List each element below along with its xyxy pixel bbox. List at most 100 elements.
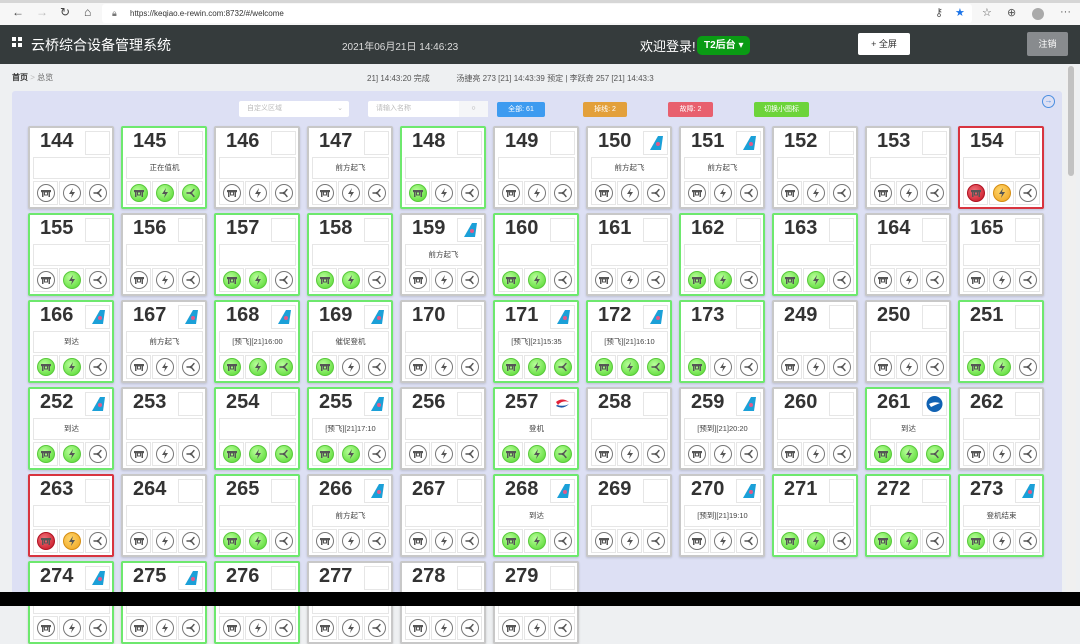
- bridge-icon[interactable]: [315, 184, 334, 202]
- equipment-cell[interactable]: [405, 355, 430, 379]
- power-icon[interactable]: [620, 271, 639, 289]
- bridge-icon[interactable]: [966, 532, 985, 550]
- equipment-cell[interactable]: [312, 355, 337, 379]
- equipment-cell[interactable]: [152, 529, 177, 553]
- gate-card[interactable]: 148: [400, 126, 486, 209]
- equipment-cell[interactable]: [338, 442, 363, 466]
- equipment-cell[interactable]: [684, 268, 709, 292]
- power-icon[interactable]: [434, 445, 453, 463]
- equipment-cell[interactable]: [1015, 355, 1040, 379]
- equipment-cell[interactable]: [152, 442, 177, 466]
- bridge-icon[interactable]: [36, 445, 55, 463]
- equipment-cell[interactable]: [989, 355, 1014, 379]
- bridge-icon[interactable]: [501, 358, 520, 376]
- equipment-cell[interactable]: [1015, 529, 1040, 553]
- air-icon[interactable]: [88, 532, 107, 550]
- equipment-cell[interactable]: [710, 529, 735, 553]
- equipment-cell[interactable]: [405, 181, 430, 205]
- equipment-cell[interactable]: [617, 529, 642, 553]
- equipment-cell[interactable]: [684, 181, 709, 205]
- gate-card[interactable]: 267: [400, 474, 486, 557]
- power-icon[interactable]: [527, 184, 546, 202]
- equipment-cell[interactable]: [245, 355, 270, 379]
- gate-card[interactable]: 170: [400, 300, 486, 383]
- bridge-icon[interactable]: [222, 271, 241, 289]
- equipment-cell[interactable]: [829, 355, 854, 379]
- equipment-cell[interactable]: [85, 529, 110, 553]
- gate-card[interactable]: 257 登机: [493, 387, 579, 470]
- gate-card[interactable]: 262: [958, 387, 1044, 470]
- air-icon[interactable]: [646, 532, 665, 550]
- equipment-cell[interactable]: [85, 355, 110, 379]
- power-icon[interactable]: [155, 619, 174, 637]
- power-icon[interactable]: [62, 271, 81, 289]
- power-icon[interactable]: [155, 184, 174, 202]
- air-icon[interactable]: [181, 619, 200, 637]
- air-icon[interactable]: [925, 445, 944, 463]
- gate-card[interactable]: 249: [772, 300, 858, 383]
- air-icon[interactable]: [274, 619, 293, 637]
- power-icon[interactable]: [713, 532, 732, 550]
- gate-card[interactable]: 156: [121, 213, 207, 296]
- equipment-cell[interactable]: [870, 442, 895, 466]
- equipment-cell[interactable]: [736, 268, 761, 292]
- power-icon[interactable]: [713, 445, 732, 463]
- equipment-cell[interactable]: [405, 442, 430, 466]
- scrollbar[interactable]: [1066, 66, 1076, 592]
- bridge-icon[interactable]: [222, 532, 241, 550]
- equipment-cell[interactable]: [405, 616, 430, 640]
- bridge-icon[interactable]: [780, 445, 799, 463]
- air-icon[interactable]: [367, 358, 386, 376]
- power-icon[interactable]: [155, 271, 174, 289]
- equipment-cell[interactable]: [59, 529, 84, 553]
- equipment-cell[interactable]: [643, 529, 668, 553]
- equipment-cell[interactable]: [152, 268, 177, 292]
- power-icon[interactable]: [527, 358, 546, 376]
- equipment-cell[interactable]: [312, 268, 337, 292]
- equipment-cell[interactable]: [178, 181, 203, 205]
- equipment-cell[interactable]: [870, 268, 895, 292]
- equipment-cell[interactable]: [364, 181, 389, 205]
- air-icon[interactable]: [832, 358, 851, 376]
- gate-card[interactable]: 144: [28, 126, 114, 209]
- power-icon[interactable]: [62, 184, 81, 202]
- gate-card[interactable]: 261 到达: [865, 387, 951, 470]
- equipment-cell[interactable]: [498, 268, 523, 292]
- equipment-cell[interactable]: [85, 268, 110, 292]
- equipment-cell[interactable]: [524, 442, 549, 466]
- bridge-icon[interactable]: [780, 532, 799, 550]
- bridge-icon[interactable]: [687, 358, 706, 376]
- equipment-cell[interactable]: [126, 268, 151, 292]
- bridge-icon[interactable]: [315, 619, 334, 637]
- equipment-cell[interactable]: [431, 529, 456, 553]
- gate-card[interactable]: 255 [预飞][21]17:10: [307, 387, 393, 470]
- bridge-icon[interactable]: [501, 619, 520, 637]
- bridge-icon[interactable]: [966, 271, 985, 289]
- equipment-cell[interactable]: [457, 355, 482, 379]
- air-icon[interactable]: [181, 445, 200, 463]
- gate-card[interactable]: 161: [586, 213, 672, 296]
- equipment-cell[interactable]: [338, 616, 363, 640]
- bridge-icon[interactable]: [780, 184, 799, 202]
- air-icon[interactable]: [460, 445, 479, 463]
- equipment-cell[interactable]: [498, 442, 523, 466]
- air-icon[interactable]: [181, 271, 200, 289]
- power-icon[interactable]: [248, 271, 267, 289]
- breadcrumb-home[interactable]: 首页: [12, 73, 28, 82]
- equipment-cell[interactable]: [152, 616, 177, 640]
- equipment-cell[interactable]: [550, 529, 575, 553]
- bridge-icon[interactable]: [873, 184, 892, 202]
- equipment-cell[interactable]: [364, 355, 389, 379]
- equipment-cell[interactable]: [33, 268, 58, 292]
- equipment-cell[interactable]: [524, 268, 549, 292]
- equipment-cell[interactable]: [152, 181, 177, 205]
- power-icon[interactable]: [713, 271, 732, 289]
- equipment-cell[interactable]: [219, 355, 244, 379]
- equipment-cell[interactable]: [498, 616, 523, 640]
- gate-card[interactable]: 259 [预到][21]20:20: [679, 387, 765, 470]
- air-icon[interactable]: [553, 358, 572, 376]
- equipment-cell[interactable]: [963, 529, 988, 553]
- equipment-cell[interactable]: [178, 355, 203, 379]
- equipment-cell[interactable]: [457, 442, 482, 466]
- equipment-cell[interactable]: [922, 355, 947, 379]
